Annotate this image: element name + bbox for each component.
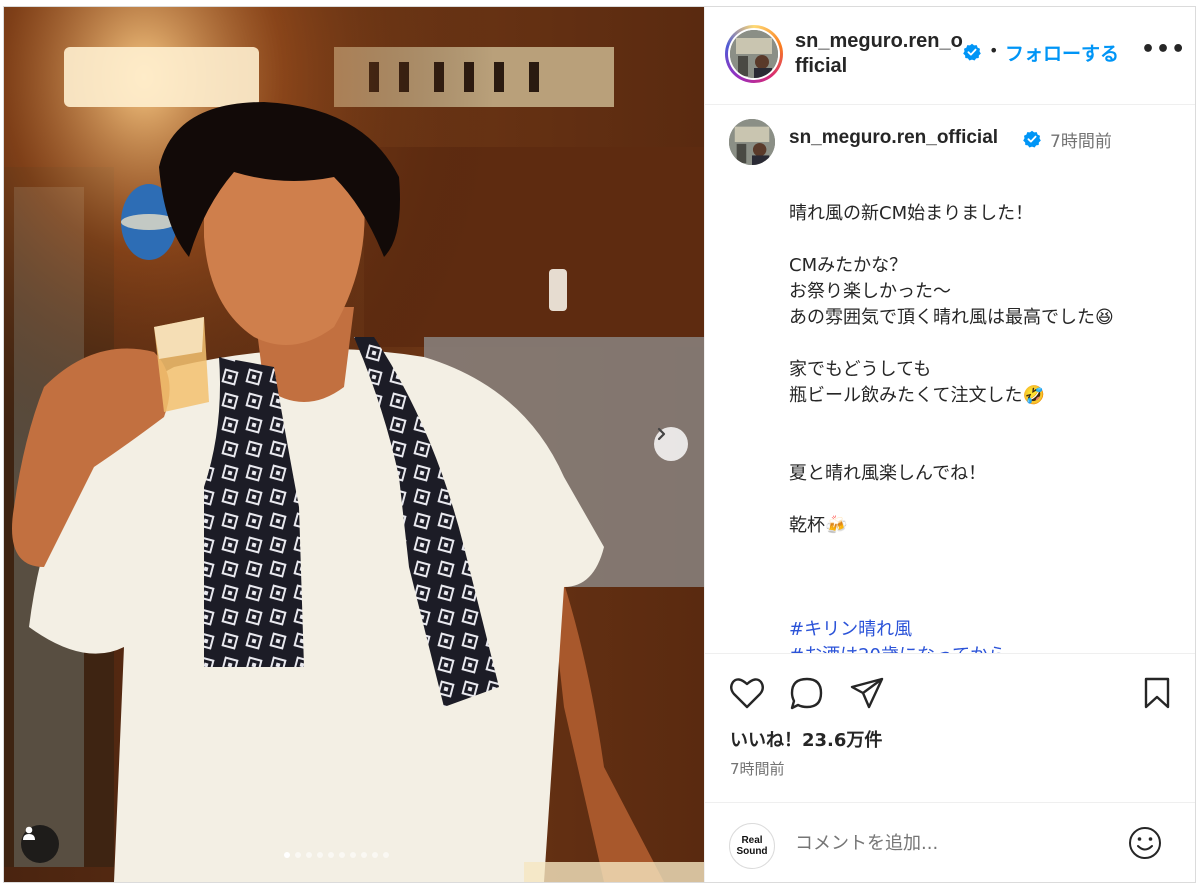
author-username[interactable]: sn_meguro.ren_official: [795, 29, 965, 79]
caption-text: 晴れ風の新CM始まりました！ CMみたかな？ お祭り楽しかった〜あの雰囲気で頂く晴れ…: [789, 201, 1179, 653]
chevron-right-icon: [657, 427, 666, 441]
carousel-dot: [284, 852, 290, 858]
caption-blank-line: [789, 487, 1179, 513]
carousel-dot: [328, 852, 334, 858]
caption-timestamp: 7時間前: [1050, 132, 1112, 152]
post-header: sn_meguro.ren_official • フォローする •••: [705, 7, 1195, 105]
caption-line: CMみたかな？: [789, 255, 908, 276]
follow-button[interactable]: フォローする: [1005, 39, 1119, 66]
avatar[interactable]: [729, 119, 775, 165]
likes-count[interactable]: いいね！23.6万件: [730, 726, 882, 752]
post-photo[interactable]: [4, 7, 704, 882]
commenter-logo-line2: Sound: [736, 846, 768, 857]
avatar: [730, 30, 778, 78]
carousel-dot: [350, 852, 356, 858]
header-separator: •: [989, 41, 999, 60]
carousel-dot: [306, 852, 312, 858]
paper-plane-icon[interactable]: [849, 676, 885, 710]
carousel-dot: [339, 852, 345, 858]
carousel-dot: [317, 852, 323, 858]
caption-line: 晴れ風の新CM始まりました！: [789, 203, 1034, 224]
photo-illustration: [4, 7, 704, 882]
caption-blank-line: [789, 331, 1179, 357]
user-tag-icon: [23, 826, 35, 840]
hashtag-link[interactable]: #キリン晴れ風: [789, 617, 1179, 643]
caption-line: 乾杯🍻: [789, 515, 848, 536]
caption-blank-line: [789, 591, 1179, 617]
caption-blank-line: [789, 409, 1179, 435]
smiley-icon[interactable]: [1127, 825, 1163, 861]
carousel-dot: [295, 852, 301, 858]
add-comment-row: Real Sound: [705, 802, 1195, 882]
carousel-next-button[interactable]: [654, 427, 688, 461]
comment-bubble-icon[interactable]: [789, 676, 825, 712]
hashtag-link[interactable]: #お酒は20歳になってから: [789, 643, 1179, 653]
tagged-users-button[interactable]: [21, 825, 59, 863]
caption-line: 瓶ビール飲みたくて注文した🤣: [789, 385, 1045, 406]
heart-icon[interactable]: [729, 676, 765, 710]
post-dialog: sn_meguro.ren_official • フォローする ••• sn_m…: [3, 6, 1196, 883]
bookmark-icon[interactable]: [1143, 676, 1171, 710]
more-options-button[interactable]: •••: [1141, 37, 1186, 62]
carousel-dot: [372, 852, 378, 858]
caption-blank-line: [789, 565, 1179, 591]
caption-username[interactable]: sn_meguro.ren_official: [789, 127, 998, 149]
caption-blank-line: [789, 539, 1179, 565]
verified-badge-icon: [963, 43, 981, 61]
caption-line: 家でもどうしても: [789, 359, 932, 380]
carousel-dot: [361, 852, 367, 858]
author-avatar-story-ring[interactable]: [725, 25, 783, 83]
comment-input[interactable]: [795, 833, 1095, 854]
post-timestamp: 7時間前: [730, 760, 785, 778]
verified-badge-icon: [1023, 130, 1041, 148]
caption-line: お祭り楽しかった〜: [789, 281, 951, 302]
caption-line: あの雰囲気で頂く晴れ風は最高でした😆: [789, 307, 1114, 328]
post-actions: いいね！23.6万件 7時間前 Real Sound: [705, 653, 1195, 882]
caption-line: 夏と晴れ風楽しんでね！: [789, 463, 987, 484]
commenter-avatar: Real Sound: [729, 823, 775, 869]
commenter-logo-line1: Real: [741, 835, 763, 846]
caption-section: sn_meguro.ren_official 7時間前 晴れ風の新CM始まりまし…: [705, 105, 1195, 653]
post-side-panel: sn_meguro.ren_official • フォローする ••• sn_m…: [704, 7, 1195, 882]
carousel-indicator: [284, 852, 389, 858]
caption-blank-line: [789, 435, 1179, 461]
caption-blank-line: [789, 227, 1179, 253]
carousel-dot: [383, 852, 389, 858]
